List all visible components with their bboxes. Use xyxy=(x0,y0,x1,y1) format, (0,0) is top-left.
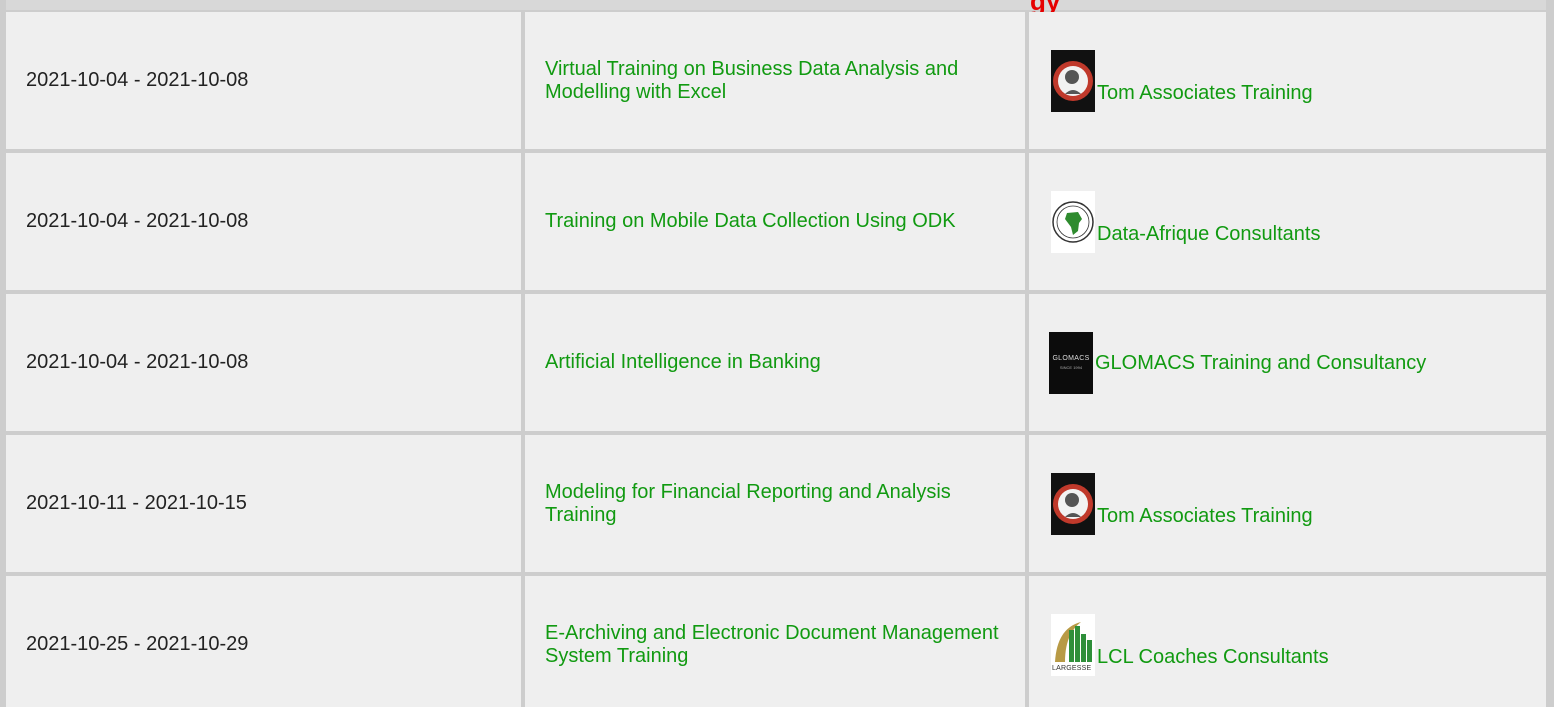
table-row: 2021-10-04 - 2021-10-08 Virtual Training… xyxy=(6,12,1546,149)
course-title-link[interactable]: Training on Mobile Data Collection Using… xyxy=(545,210,956,233)
organizer-cell: Data-Afrique Consultants xyxy=(1029,153,1546,290)
course-table: gy 2021-10-04 - 2021-10-08 Virtual Train… xyxy=(0,0,1554,707)
organizer-cell: Tom Associates Training xyxy=(1029,12,1546,149)
date-cell: 2021-10-04 - 2021-10-08 xyxy=(6,153,521,290)
glomacs-logo-subtext: SINCE 1994 xyxy=(1059,365,1083,370)
table-header xyxy=(6,0,1546,10)
title-cell: Virtual Training on Business Data Analys… xyxy=(525,12,1025,149)
course-title-link[interactable]: Modeling for Financial Reporting and Ana… xyxy=(545,481,1015,527)
organizer-link[interactable]: Tom Associates Training xyxy=(1097,505,1313,535)
table-row: 2021-10-11 - 2021-10-15 Modeling for Fin… xyxy=(6,435,1546,572)
table-row: 2021-10-04 - 2021-10-08 Training on Mobi… xyxy=(6,153,1546,290)
organizer-cell: Tom Associates Training xyxy=(1029,435,1546,572)
largesse-logo[interactable]: LARGESSE xyxy=(1051,613,1095,676)
table-row: 2021-10-25 - 2021-10-29 E-Archiving and … xyxy=(6,576,1546,707)
data-afrique-logo[interactable] xyxy=(1051,190,1095,253)
organizer-cell: GLOMACS SINCE 1994 GLOMACS Training and … xyxy=(1029,294,1546,431)
date-range: 2021-10-04 - 2021-10-08 xyxy=(26,210,249,232)
course-title-link[interactable]: Artificial Intelligence in Banking xyxy=(545,351,821,374)
tom-associates-logo[interactable] xyxy=(1051,49,1095,112)
table-row: 2021-10-04 - 2021-10-08 Artificial Intel… xyxy=(6,294,1546,431)
date-range: 2021-10-25 - 2021-10-29 xyxy=(26,633,249,655)
glomacs-logo-text: GLOMACS xyxy=(1052,355,1090,362)
largesse-logo-text: LARGESSE xyxy=(1052,664,1092,672)
organizer-link[interactable]: Data-Afrique Consultants xyxy=(1097,223,1320,253)
course-title-link[interactable]: Virtual Training on Business Data Analys… xyxy=(545,58,1015,104)
tom-associates-logo[interactable] xyxy=(1051,472,1095,535)
organizer-link[interactable]: LCL Coaches Consultants xyxy=(1097,646,1329,676)
date-cell: 2021-10-25 - 2021-10-29 xyxy=(6,576,521,707)
glomacs-logo[interactable]: GLOMACS SINCE 1994 xyxy=(1049,331,1093,394)
title-cell: Modeling for Financial Reporting and Ana… xyxy=(525,435,1025,572)
course-title-link[interactable]: E-Archiving and Electronic Document Mana… xyxy=(545,622,1015,668)
date-range: 2021-10-11 - 2021-10-15 xyxy=(26,492,247,514)
date-range: 2021-10-04 - 2021-10-08 xyxy=(26,69,249,91)
title-cell: Training on Mobile Data Collection Using… xyxy=(525,153,1025,290)
date-cell: 2021-10-04 - 2021-10-08 xyxy=(6,12,521,149)
organizer-cell: LARGESSE LCL Coaches Consultants xyxy=(1029,576,1546,707)
date-cell: 2021-10-11 - 2021-10-15 xyxy=(6,435,521,572)
date-range: 2021-10-04 - 2021-10-08 xyxy=(26,351,249,373)
title-cell: Artificial Intelligence in Banking xyxy=(525,294,1025,431)
organizer-link[interactable]: Tom Associates Training xyxy=(1097,82,1313,112)
organizer-link[interactable]: GLOMACS Training and Consultancy xyxy=(1095,352,1426,374)
date-cell: 2021-10-04 - 2021-10-08 xyxy=(6,294,521,431)
title-cell: E-Archiving and Electronic Document Mana… xyxy=(525,576,1025,707)
